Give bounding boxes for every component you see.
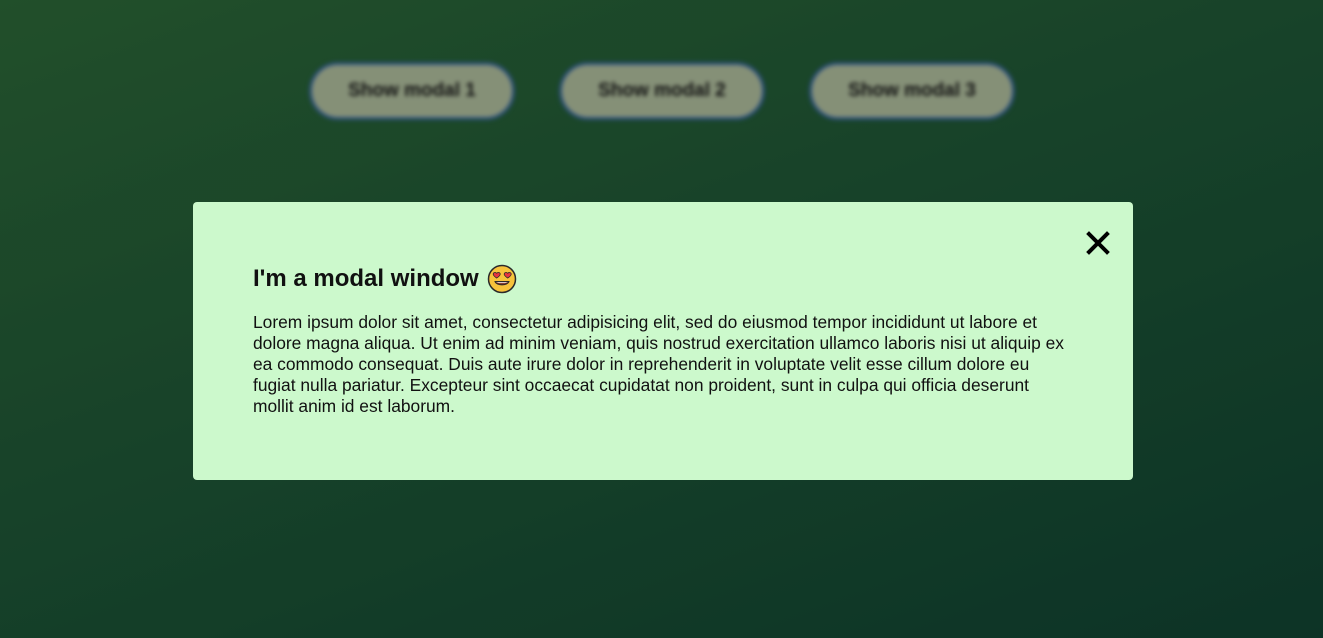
close-icon <box>1086 231 1110 255</box>
modal-window: I'm a modal window Lorem ipsum dolor sit… <box>193 202 1133 480</box>
modal-title-row: I'm a modal window <box>253 264 1073 294</box>
close-modal-button[interactable] <box>1083 228 1113 258</box>
modal-title: I'm a modal window <box>253 265 479 292</box>
modal-body-text: Lorem ipsum dolor sit amet, consectetur … <box>253 312 1064 416</box>
smiling-face-with-heart-eyes-icon <box>487 264 517 294</box>
